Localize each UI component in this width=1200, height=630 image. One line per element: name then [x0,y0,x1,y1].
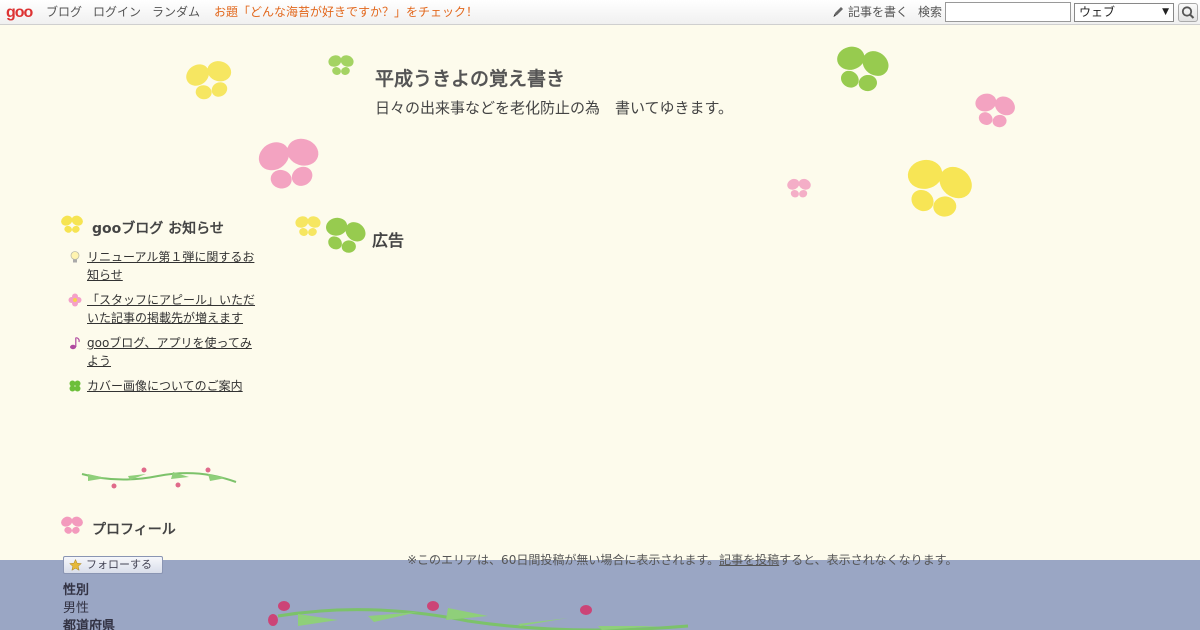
nav-random-link[interactable]: ランダム [152,0,200,25]
topic-link[interactable]: お題「どんな海苔が好きですか？」をチェック！ [214,0,478,25]
yellow-butterfly-icon [59,213,85,234]
pink-butterfly-icon [254,133,326,195]
notice-heading: gooブログ お知らせ [92,221,224,237]
lightbulb-icon [70,251,80,263]
search-scope-value: ウェブ [1079,5,1116,19]
notice-link[interactable]: 「スタッフにアピール」いただいた記事の掲載先が増えます [87,293,255,325]
pink-butterfly-icon [970,90,1018,132]
ad-heading: 広告 [372,231,405,250]
top-bar: goo ブログ ログイン ランダム お題「どんな海苔が好きですか？」をチェック！… [0,0,1200,25]
notice-link[interactable]: gooブログ、アプリを使ってみよう [87,336,252,368]
flower-icon [68,293,82,307]
inactive-notice-text-end: すると、表示されなくなります。 [779,553,958,567]
search-input[interactable] [945,2,1071,22]
clover-icon [69,380,81,392]
pink-butterfly-icon [59,514,85,535]
star-icon [69,559,82,571]
inactive-notice: ※このエリアは、60日間投稿が無い場合に表示されます。記事を投稿すると、表示され… [407,551,957,568]
goo-logo[interactable]: goo [6,0,33,25]
nav-login-link[interactable]: ログイン [93,0,141,25]
list-item: カバー画像についてのご案内 [68,377,258,395]
pencil-icon [833,7,843,17]
notice-list: リニューアル第１弾に関するお知らせ 「スタッフにアピール」いただいた記事の掲載先… [68,248,258,402]
green-butterfly-icon [320,214,368,259]
search-button[interactable] [1178,3,1198,22]
search-label: 検索 [918,5,943,19]
search-scope-select[interactable]: ウェブ ▼ [1074,3,1174,22]
blog-description: 日々の出来事などを老化防止の為 書いてゆきます。 [375,99,734,117]
prefecture-label: 都道府県 [63,619,116,630]
follow-button[interactable]: フォローする [63,556,163,574]
chevron-down-icon: ▼ [1162,7,1169,17]
notice-link[interactable]: カバー画像についてのご案内 [87,379,243,393]
green-butterfly-icon [326,53,356,77]
nav-blog-link[interactable]: ブログ [46,0,82,25]
yellow-butterfly-icon [898,155,976,227]
yellow-butterfly-icon [293,214,323,238]
music-note-icon [70,336,80,350]
tulip-divider [81,467,237,489]
pink-butterfly-icon [785,177,813,199]
inactive-notice-text: ※このエリアは、60日間投稿が無い場合に表示されます。 [407,553,720,567]
write-article-link[interactable]: 記事を書く [832,0,908,25]
write-article-label: 記事を書く [848,5,909,19]
green-butterfly-icon [830,42,892,98]
tulip-border [268,601,689,630]
search-icon [1181,6,1195,19]
notice-link[interactable]: リニューアル第１弾に関するお知らせ [87,250,254,282]
list-item: リニューアル第１弾に関するお知らせ [68,248,258,284]
yellow-butterfly-icon [183,57,237,105]
profile-heading: プロフィール [92,522,176,538]
gender-value: 男性 [63,601,90,616]
post-article-link[interactable]: 記事を投稿 [719,553,779,567]
list-item: gooブログ、アプリを使ってみよう [68,334,258,370]
gender-label: 性別 [63,583,90,598]
list-item: 「スタッフにアピール」いただいた記事の掲載先が増えます [68,291,258,327]
blog-title[interactable]: 平成うきよの覚え書き [375,64,565,91]
follow-label: フォローする [86,558,152,571]
